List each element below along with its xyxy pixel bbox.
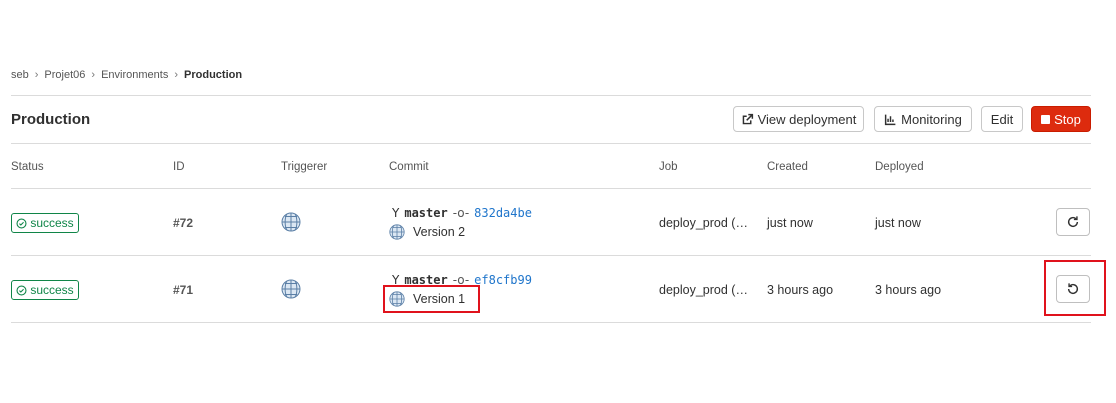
stop-button[interactable]: Stop [1031, 106, 1091, 132]
commit-sha-link[interactable]: 832da4be [474, 206, 532, 220]
job-link[interactable]: deploy_prod (… [659, 283, 748, 297]
deployment-id: #71 [173, 283, 194, 297]
avatar[interactable] [281, 212, 301, 232]
branch-link[interactable]: master [404, 206, 447, 220]
breadcrumb-item-environments[interactable]: Environments [101, 69, 168, 81]
commit-icon: -o- [452, 206, 470, 220]
header-job: Job [659, 161, 678, 173]
check-circle-icon [16, 284, 27, 296]
chart-icon [885, 114, 896, 125]
chevron-right-icon: › [91, 69, 96, 81]
edit-button[interactable]: Edit [981, 106, 1023, 132]
divider [11, 322, 1091, 323]
status-badge[interactable]: success [11, 280, 79, 300]
avatar[interactable] [281, 279, 301, 299]
stop-label: Stop [1054, 111, 1081, 127]
header-deployed: Deployed [875, 161, 924, 173]
created-time: just now [767, 216, 813, 230]
chevron-right-icon: › [174, 69, 179, 81]
edit-label: Edit [990, 111, 1014, 127]
breadcrumb: seb › Projet06 › Environments › Producti… [11, 69, 242, 81]
chevron-right-icon: › [34, 69, 39, 81]
branch-icon: Y [392, 206, 400, 220]
commit-message: Version 2 [389, 224, 465, 240]
header-commit: Commit [389, 161, 429, 173]
commit-ref: Y master -o- 832da4be [392, 206, 532, 220]
monitoring-label: Monitoring [901, 111, 962, 127]
breadcrumb-item-seb[interactable]: seb [11, 69, 29, 81]
header-status: Status [11, 161, 44, 173]
status-label: success [30, 216, 74, 230]
breadcrumb-item-current: Production [184, 69, 243, 81]
view-deployment-label: View deployment [757, 111, 857, 127]
created-time: 3 hours ago [767, 283, 834, 297]
status-label: success [30, 283, 74, 297]
divider [11, 143, 1091, 144]
redeploy-icon [1067, 216, 1079, 228]
job-link[interactable]: deploy_prod (… [659, 216, 748, 230]
avatar [389, 224, 405, 240]
deployment-id: #72 [173, 216, 194, 230]
status-badge[interactable]: success [11, 213, 79, 233]
deployed-time: 3 hours ago [875, 283, 942, 297]
highlight-box [383, 285, 480, 313]
monitoring-button[interactable]: Monitoring [874, 106, 972, 132]
redeploy-button[interactable] [1056, 208, 1090, 236]
stop-icon [1041, 114, 1051, 124]
header-created: Created [767, 161, 808, 173]
highlight-box [1044, 260, 1106, 316]
external-link-icon [742, 113, 753, 124]
page-title: Production [11, 111, 91, 128]
breadcrumb-item-project[interactable]: Projet06 [44, 69, 85, 81]
divider [11, 188, 1091, 189]
deployed-time: just now [875, 216, 921, 230]
divider [11, 255, 1091, 256]
view-deployment-button[interactable]: View deployment [733, 106, 864, 132]
divider [11, 95, 1091, 96]
check-circle-icon [16, 217, 27, 229]
commit-title-link[interactable]: Version 2 [413, 225, 465, 239]
header-triggerer: Triggerer [281, 161, 328, 173]
header-id: ID [173, 161, 185, 173]
commit-sha-link[interactable]: ef8cfb99 [474, 273, 532, 287]
